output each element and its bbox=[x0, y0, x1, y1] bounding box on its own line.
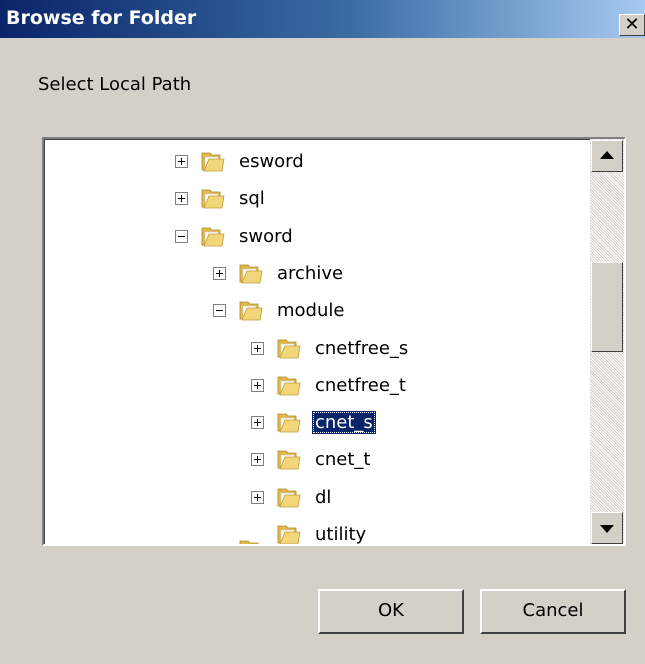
folder-icon bbox=[276, 411, 302, 433]
expand-plus-icon[interactable] bbox=[251, 452, 264, 466]
folder-icon bbox=[238, 538, 264, 544]
folder-icon bbox=[276, 337, 302, 359]
expand-plus-icon[interactable] bbox=[175, 191, 188, 205]
folder-icon bbox=[276, 448, 302, 470]
expand-plus-icon[interactable] bbox=[213, 266, 226, 280]
tree-item-label: cnet_s bbox=[312, 410, 376, 434]
collapse-minus-icon[interactable] bbox=[175, 229, 188, 243]
expand-plus-icon[interactable] bbox=[251, 415, 264, 429]
tree-item-label: cnet_t bbox=[315, 448, 371, 470]
tree-item-label: sql bbox=[239, 187, 265, 209]
tree-item[interactable]: cnetfree_t bbox=[251, 368, 409, 402]
tree-item[interactable]: cnetfree_s bbox=[251, 331, 411, 365]
expand-plus-icon[interactable] bbox=[251, 490, 264, 504]
folder-icon bbox=[200, 187, 226, 209]
close-icon: ✕ bbox=[624, 14, 640, 35]
tree-item-label: dl bbox=[315, 486, 332, 508]
expand-plus-icon[interactable] bbox=[251, 378, 264, 392]
folder-icon bbox=[200, 150, 226, 172]
folder-tree-viewport: esword sql sword archive module cnetfree_scne… bbox=[44, 139, 590, 544]
tree-item[interactable]: dl bbox=[251, 480, 334, 514]
arrow-up-icon bbox=[600, 151, 614, 159]
folder-icon bbox=[200, 225, 226, 247]
cancel-button[interactable]: Cancel bbox=[480, 589, 626, 634]
tree-item-label: cnetfree_t bbox=[315, 374, 406, 396]
tree-item-label: esword bbox=[239, 150, 304, 172]
scrollbar-thumb[interactable] bbox=[591, 262, 623, 352]
folder-tree[interactable]: esword sql sword archive module cnetfree_scne… bbox=[42, 137, 626, 546]
dialog-title: Browse for Folder bbox=[6, 7, 197, 29]
expand-plus-icon[interactable] bbox=[251, 341, 264, 355]
folder-icon bbox=[238, 262, 264, 284]
tree-item[interactable]: utility bbox=[251, 517, 369, 544]
collapse-minus-icon[interactable] bbox=[213, 303, 226, 317]
ok-button[interactable]: OK bbox=[318, 589, 464, 634]
folder-icon bbox=[276, 523, 302, 544]
tree-item[interactable]: cnet_t bbox=[251, 442, 374, 476]
folder-icon bbox=[276, 486, 302, 508]
tree-item[interactable]: cnet_s bbox=[251, 405, 376, 439]
arrow-down-icon bbox=[600, 525, 614, 533]
tree-item-label: utility bbox=[315, 523, 367, 545]
tree-item[interactable]: sql bbox=[175, 181, 268, 215]
tree-item[interactable]: sword bbox=[175, 219, 296, 253]
tree-item[interactable]: module bbox=[213, 293, 347, 327]
tree-item-label: archive bbox=[277, 262, 344, 284]
scroll-up-button[interactable] bbox=[591, 140, 623, 172]
vertical-scrollbar[interactable] bbox=[590, 139, 624, 544]
title-bar[interactable]: Browse for Folder ✕ bbox=[0, 0, 645, 38]
browse-for-folder-dialog: Browse for Folder ✕ Select Local Path es… bbox=[0, 0, 645, 664]
prompt-label: Select Local Path bbox=[38, 74, 192, 95]
tree-item[interactable]: archive bbox=[213, 256, 346, 290]
folder-icon bbox=[276, 374, 302, 396]
scroll-down-button[interactable] bbox=[591, 512, 623, 544]
tree-item-label: module bbox=[277, 299, 345, 321]
folder-icon bbox=[238, 299, 264, 321]
expand-plus-icon[interactable] bbox=[175, 154, 188, 168]
tree-item[interactable]: esword bbox=[175, 144, 307, 178]
tree-item-label: cnetfree_s bbox=[315, 337, 409, 359]
close-button[interactable]: ✕ bbox=[619, 14, 645, 36]
tree-item-label: sword bbox=[239, 225, 293, 247]
